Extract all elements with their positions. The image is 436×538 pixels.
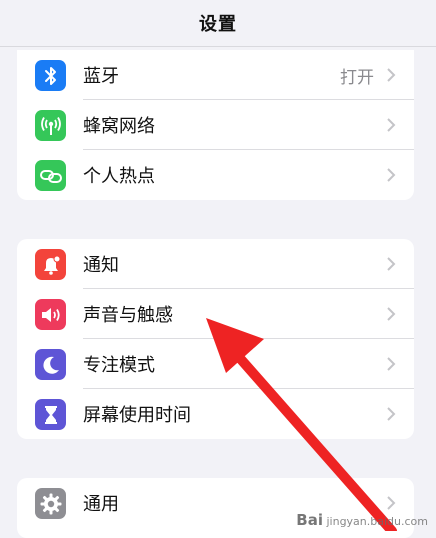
chevron-right-icon: [387, 168, 396, 182]
hourglass-icon: [35, 399, 66, 430]
watermark-logo: Bai: [296, 511, 323, 529]
chevron-right-icon: [387, 257, 396, 271]
antenna-icon: [35, 110, 66, 141]
settings-row-label: 屏幕使用时间: [83, 405, 191, 426]
watermark: Bai jingyan.baidu.com: [296, 511, 428, 529]
chevron-right-icon: [387, 68, 396, 82]
settings-row-label: 声音与触感: [83, 305, 173, 326]
settings-row-label: 通用: [83, 494, 119, 515]
bluetooth-status-value: 打开: [340, 67, 374, 88]
settings-row-focus[interactable]: 专注模式: [17, 339, 414, 389]
watermark-text: jingyan.baidu.com: [326, 515, 428, 528]
chevron-right-icon: [387, 307, 396, 321]
bluetooth-icon: [35, 60, 66, 91]
chevron-right-icon: [387, 496, 396, 510]
bell-icon: [35, 249, 66, 280]
gear-icon: [35, 488, 66, 519]
settings-row-label: 通知: [83, 255, 119, 276]
chevron-right-icon: [387, 407, 396, 421]
chevron-right-icon: [387, 118, 396, 132]
settings-group-connectivity: 蓝牙 打开 蜂窝网络 个人热点: [17, 50, 414, 200]
settings-row-label: 专注模式: [83, 355, 155, 376]
settings-row-notifications[interactable]: 通知: [17, 239, 414, 289]
settings-row-sounds-haptics[interactable]: 声音与触感: [17, 289, 414, 339]
settings-row-cellular[interactable]: 蜂窝网络: [17, 100, 414, 150]
settings-row-hotspot[interactable]: 个人热点: [17, 150, 414, 200]
settings-row-label: 蓝牙: [83, 66, 119, 87]
chevron-right-icon: [387, 357, 396, 371]
speaker-icon: [35, 299, 66, 330]
settings-row-bluetooth[interactable]: 蓝牙 打开: [17, 50, 414, 100]
settings-row-screen-time[interactable]: 屏幕使用时间: [17, 389, 414, 439]
settings-group-general: 通用: [17, 478, 414, 538]
settings-group-notifications: 通知 声音与触感 专注模式 屏幕使用时间: [17, 239, 414, 439]
navigation-bar: 设置: [0, 0, 436, 47]
page-title: 设置: [199, 14, 237, 35]
chain-link-icon: [35, 160, 66, 191]
settings-row-label: 蜂窝网络: [83, 116, 155, 137]
settings-row-label: 个人热点: [83, 166, 155, 187]
moon-icon: [35, 349, 66, 380]
